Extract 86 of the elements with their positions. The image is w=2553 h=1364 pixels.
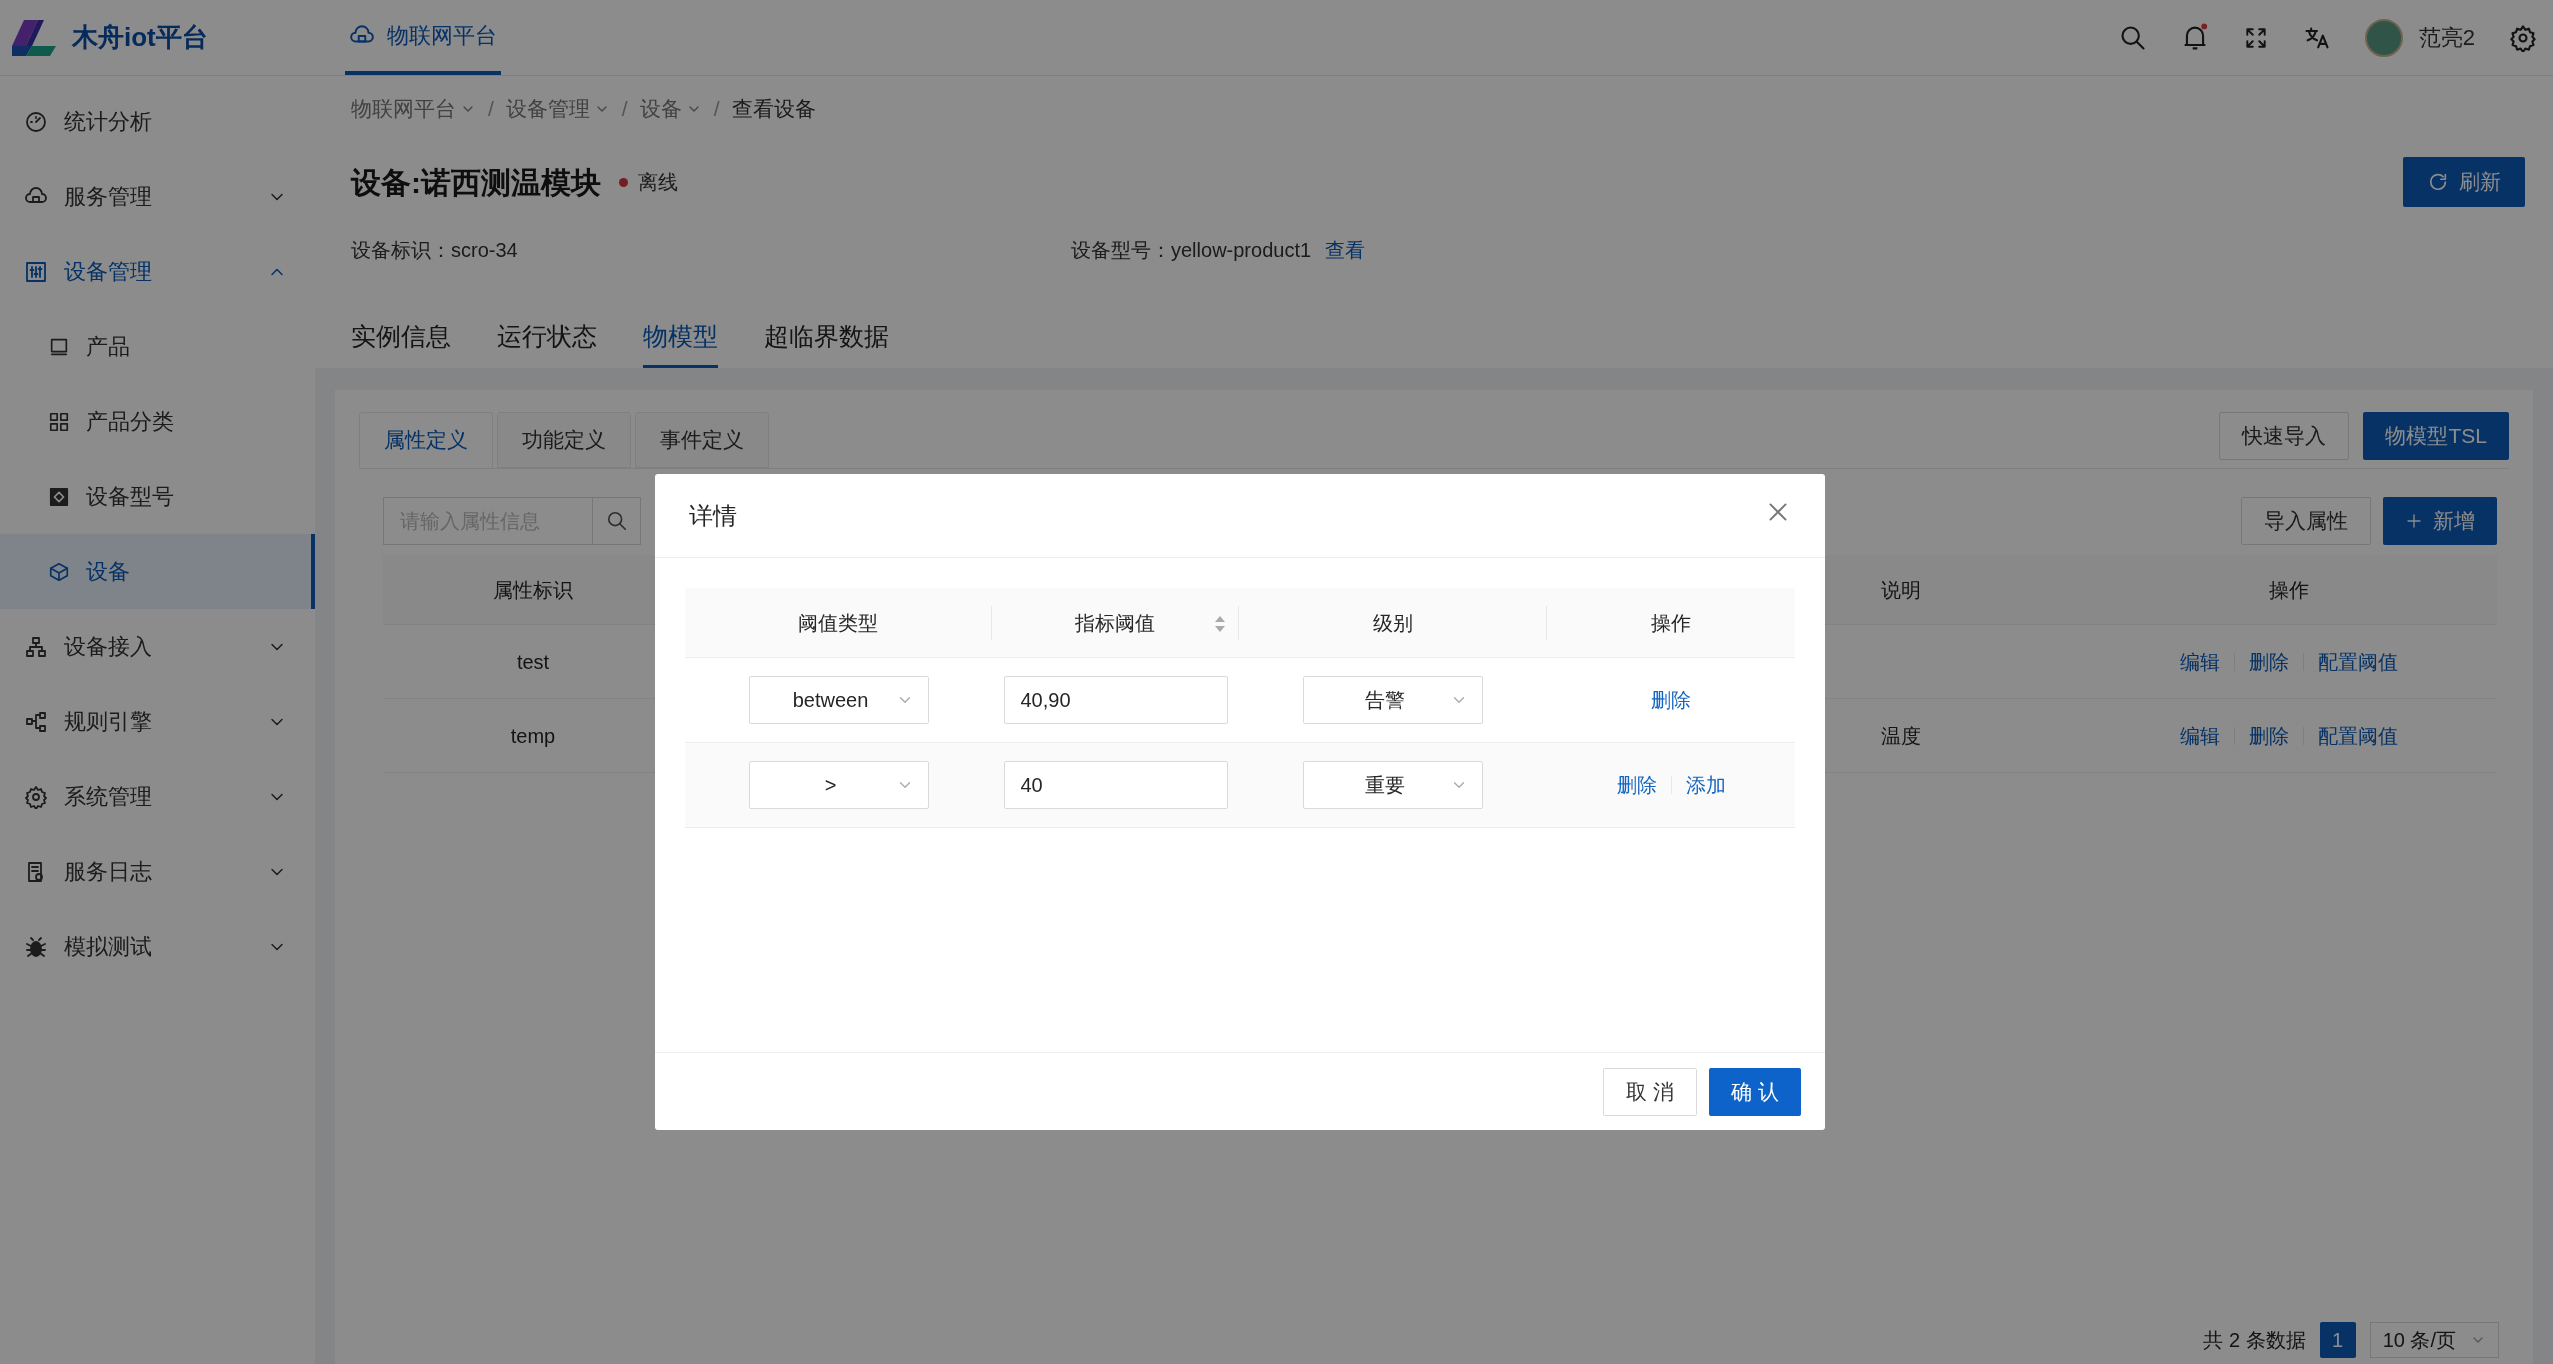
sub-tab[interactable]: 功能定义 — [497, 412, 631, 468]
action-link[interactable]: 编辑 — [2180, 720, 2220, 751]
logo-text: 木舟iot平台 — [72, 21, 208, 54]
import-button[interactable]: 导入属性 — [2241, 497, 2371, 545]
column-header: 操作 — [2268, 577, 2310, 603]
status-text: 离线 — [638, 170, 678, 195]
nodes-icon — [24, 709, 48, 734]
action-link[interactable]: 删除 — [1651, 685, 1691, 715]
sidebar-subitem[interactable]: 产品 — [0, 309, 315, 384]
column-header: 阈值类型 — [798, 610, 878, 636]
breadcrumb-separator: / — [713, 96, 720, 123]
level-select[interactable]: 告警 — [1303, 676, 1483, 724]
sub-tab[interactable]: 属性定义 — [359, 412, 493, 468]
column-header: 操作 — [1651, 610, 1691, 636]
sidebar-item[interactable]: 规则引擎 — [0, 684, 315, 759]
sidebar-item[interactable]: 统计分析 — [0, 84, 315, 159]
sidebar-subitem[interactable]: 产品分类 — [0, 384, 315, 459]
device-title: 设备:诺西测温模块 — [351, 164, 601, 201]
threshold-type-select[interactable]: between — [748, 676, 929, 724]
action-link[interactable]: 删除 — [2249, 720, 2289, 751]
column-header: 级别 — [1372, 610, 1413, 636]
search-icon — [2118, 23, 2147, 52]
threshold-value-field[interactable]: 40 — [1003, 761, 1228, 809]
gauge-icon — [24, 109, 48, 134]
page-size-select[interactable]: 10 条/页 — [2369, 1322, 2499, 1358]
action-link[interactable]: 删除 — [2249, 646, 2289, 677]
breadcrumb-separator: / — [488, 96, 494, 123]
action-link[interactable]: 添加 — [1685, 770, 1726, 800]
search-icon — [605, 510, 628, 532]
panel-icon — [24, 259, 48, 284]
action-link[interactable]: 删除 — [1616, 770, 1657, 800]
tab[interactable]: 实例信息 — [351, 317, 451, 368]
action-link[interactable]: 配置阈值 — [2318, 646, 2398, 677]
tsl-button[interactable]: 物模型TSL — [2363, 412, 2509, 460]
column-header: 属性标识 — [492, 577, 574, 603]
sidebar-item[interactable]: 服务日志 — [0, 834, 315, 909]
add-button[interactable]: 新增 — [2383, 497, 2497, 545]
table-cell-text: temp — [509, 723, 557, 749]
sidebar-item[interactable]: 设备管理 — [0, 234, 315, 309]
breadcrumb-separator: / — [621, 96, 628, 123]
column-header: 指标阈值 — [1075, 610, 1155, 636]
cancel-button[interactable]: 取 消 — [1603, 1067, 1698, 1116]
chip-icon — [48, 485, 70, 508]
refresh-icon — [2427, 171, 2449, 193]
tab[interactable]: 运行状态 — [497, 317, 597, 368]
sitemap-icon — [24, 634, 48, 659]
sidebar-item[interactable]: 模拟测试 — [0, 909, 315, 984]
threshold-type-select[interactable]: > — [748, 761, 929, 809]
avatar[interactable] — [2364, 18, 2403, 57]
tab[interactable]: 物模型 — [643, 317, 718, 368]
action-link[interactable]: 编辑 — [2180, 646, 2220, 677]
sidebar-item[interactable]: 系统管理 — [0, 759, 315, 834]
settings-icon — [2509, 23, 2537, 52]
breadcrumb-link[interactable]: 设备管理 — [505, 93, 610, 125]
bug-icon — [24, 934, 48, 959]
confirm-button[interactable]: 确 认 — [1709, 1067, 1801, 1116]
sidebar-subitem[interactable]: 设备 — [0, 534, 315, 609]
sub-tab[interactable]: 事件定义 — [635, 412, 769, 468]
device-model-text: 设备型号：yellow-product1 — [1071, 238, 1312, 263]
table-cell: 温度 — [1881, 724, 1921, 747]
cube-icon — [48, 560, 70, 583]
breadcrumb-link[interactable]: 查看设备 — [731, 93, 816, 125]
user-name[interactable]: 范亮2 — [2418, 21, 2475, 54]
level-select[interactable]: 重要 — [1303, 761, 1483, 809]
page-button[interactable]: 1 — [2319, 1322, 2356, 1358]
tab[interactable]: 超临界数据 — [764, 317, 889, 368]
breadcrumb-link[interactable]: 物联网平台 — [351, 93, 476, 125]
threshold-value-field[interactable]: 40,90 — [1003, 676, 1228, 724]
gear-icon — [24, 784, 48, 809]
column-header: 说明 — [1881, 577, 1922, 603]
device-id-text: 设备标识：scro-34 — [351, 238, 519, 263]
breadcrumb-link[interactable]: 设备 — [639, 93, 702, 125]
sidebar-subitem[interactable]: 设备型号 — [0, 459, 315, 534]
dialog-title: 详情 — [689, 500, 737, 531]
plus-icon — [2405, 512, 2423, 530]
refresh-button[interactable]: 刷新 — [2403, 157, 2525, 207]
sidebar-item[interactable]: 设备接入 — [0, 609, 315, 684]
table-cell-text: test — [515, 649, 551, 675]
search-button[interactable] — [593, 497, 641, 545]
grid-icon — [48, 410, 70, 433]
sidebar-item[interactable]: 服务管理 — [0, 159, 315, 234]
pagination-total: 共 2 条数据 — [2203, 1328, 2306, 1353]
logo-icon — [10, 17, 58, 58]
quick-import-button[interactable]: 快速导入 — [2219, 412, 2350, 460]
action-link[interactable]: 配置阈值 — [2318, 720, 2398, 751]
view-link[interactable]: 查看 — [1325, 235, 1366, 265]
